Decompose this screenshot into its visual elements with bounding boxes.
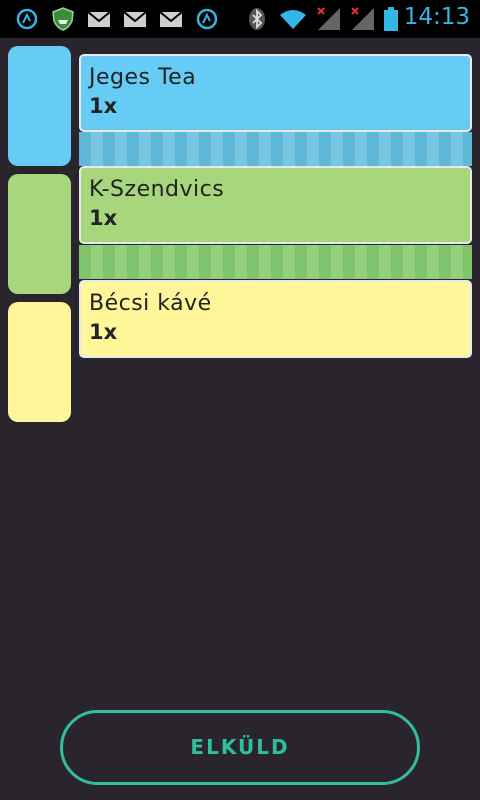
mail-icon [123,11,147,27]
battery-icon [384,7,398,31]
order-item[interactable]: Bécsi kávé 1x [79,280,472,358]
order-item-name: Jeges Tea [89,65,197,90]
app-circle-icon [196,8,218,30]
send-button[interactable]: ELKÜLD [60,710,420,785]
item-divider [79,245,472,279]
app-circle-icon [16,8,38,30]
wifi-icon [280,10,306,29]
order-item-qty: 1x [89,94,118,118]
category-tab-yellow[interactable] [8,302,71,422]
order-item-qty: 1x [89,320,118,344]
category-tab-green[interactable] [8,174,71,294]
shield-app-icon [52,7,74,31]
status-bar: 14:13 [0,0,480,38]
order-item[interactable]: Jeges Tea 1x [79,54,472,132]
category-tab-blue[interactable] [8,46,71,166]
clock: 14:13 [403,4,470,30]
mail-icon [159,11,183,27]
mail-icon [87,11,111,27]
item-divider [79,132,472,166]
bluetooth-icon [249,8,265,30]
order-item-name: Bécsi kávé [89,291,212,316]
signal-no-service-icon [351,7,374,30]
order-item[interactable]: K-Szendvics 1x [79,166,472,244]
signal-no-service-icon [317,7,340,30]
order-item-qty: 1x [89,206,118,230]
order-item-name: K-Szendvics [89,177,225,202]
